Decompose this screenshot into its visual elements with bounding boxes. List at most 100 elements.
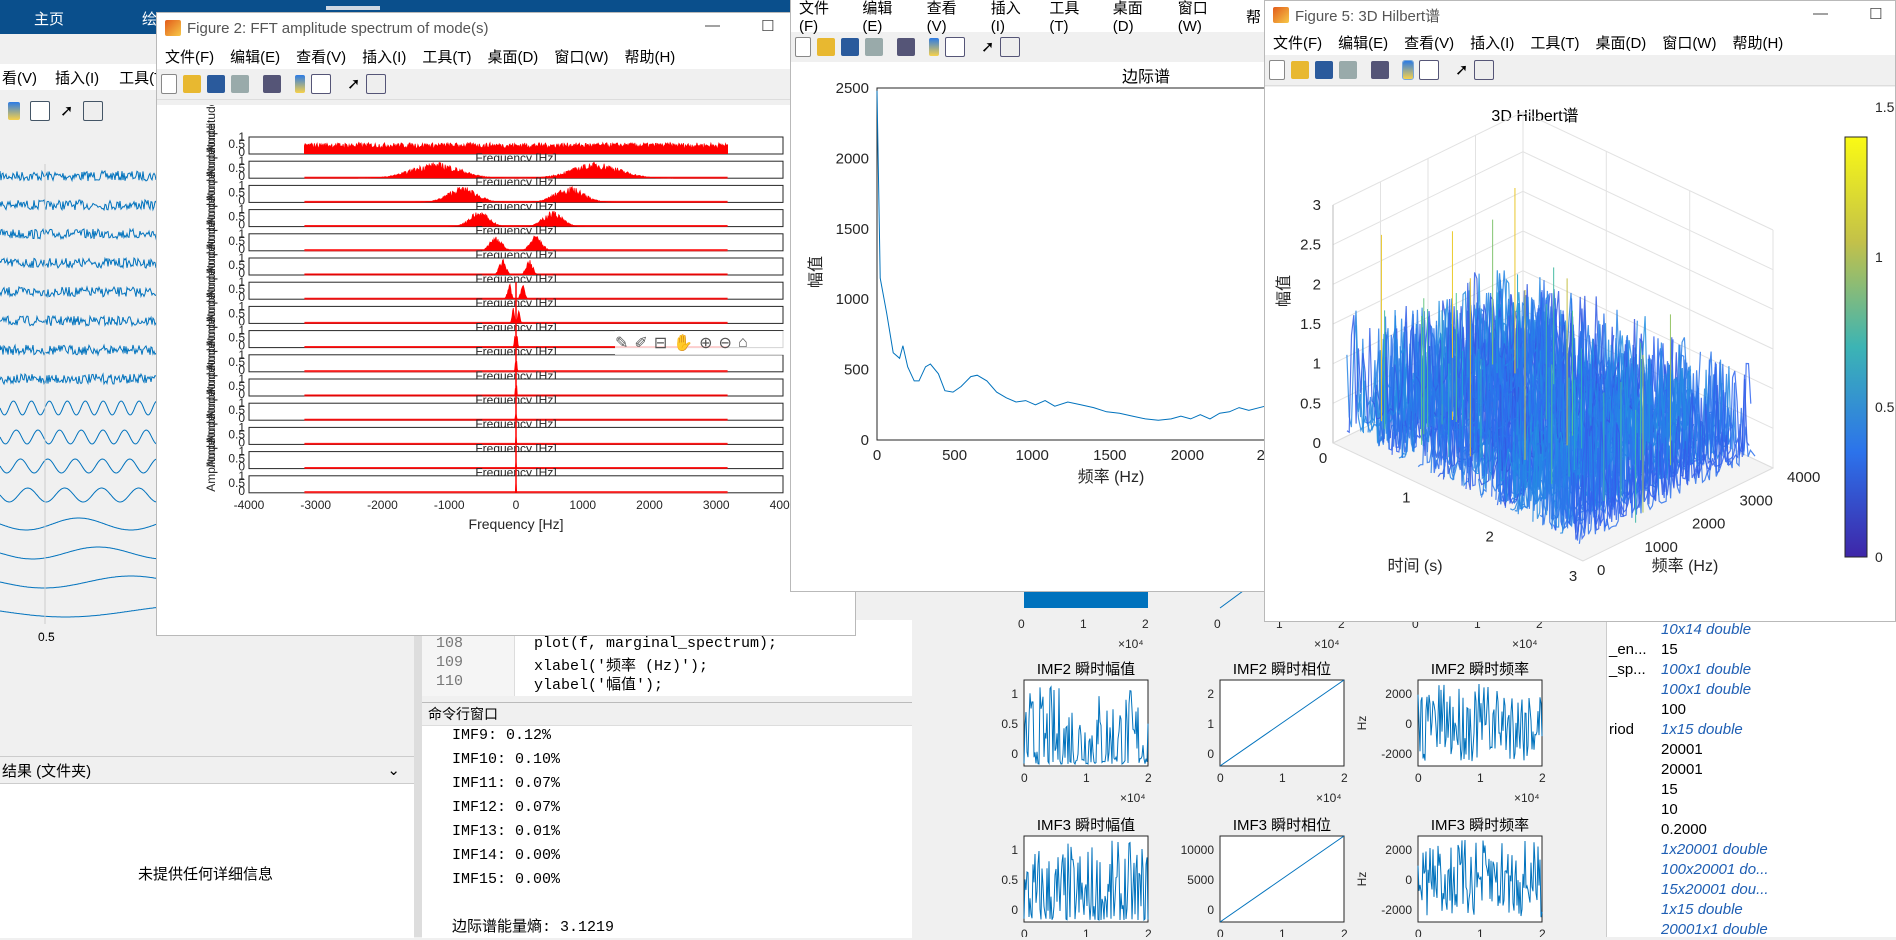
editor-line[interactable]: 108 plot(f, marginal_spectrum); [422,635,912,654]
figure-2-window[interactable]: Figure 2: FFT amplitude spectrum of mode… [156,12,856,636]
print-icon[interactable] [865,38,883,56]
workspace-var-name[interactable] [1609,780,1657,800]
workspace-var-value[interactable]: 1x15 double [1655,900,1895,920]
property-inspector-icon[interactable] [83,101,104,121]
property-inspector-icon[interactable] [366,74,387,94]
workspace-var-value[interactable]: 100x20001 do... [1655,860,1895,880]
print-icon[interactable] [1339,61,1357,79]
workspace-var-value[interactable]: 1x20001 double [1655,840,1895,860]
save-icon[interactable] [1315,61,1333,79]
legend-icon[interactable] [1419,60,1439,80]
workspace-var-name[interactable] [1609,700,1657,720]
new-figure-icon[interactable] [161,74,177,94]
menu-item-0[interactable]: 文件(F) [1265,32,1330,53]
workspace-var-value[interactable]: 100x1 double [1655,680,1895,700]
workspace-var-name[interactable] [1609,740,1657,760]
menu-item-4[interactable]: 工具(T) [414,46,479,67]
menu-item-6[interactable]: 窗口(W) [1170,0,1238,35]
pointer-icon[interactable]: ➚ [347,74,360,94]
tab-home[interactable]: 主页 [34,8,64,29]
save-icon[interactable] [207,75,225,93]
workspace-var-value[interactable]: 10x14 double [1655,620,1895,640]
home-icon[interactable]: ⌂ [738,334,748,352]
menu-item-3[interactable]: 插入(I) [983,0,1042,35]
pan-icon[interactable]: ✋ [673,333,693,353]
menu-item-3[interactable]: 插入(I) [1462,32,1522,53]
minimize-icon[interactable]: — [705,17,720,34]
menu-item-5[interactable]: 桌面(D) [479,46,546,67]
workspace-var-name[interactable] [1609,760,1657,780]
workspace-var-name[interactable] [1609,840,1657,860]
workspace-var-name[interactable] [1609,860,1657,880]
datacursor-icon[interactable]: ⊟ [654,333,667,353]
menu-item-5[interactable]: 桌面(D) [1587,32,1654,53]
figure-2-titlebar[interactable]: Figure 2: FFT amplitude spectrum of mode… [157,13,855,43]
menu-item-0[interactable]: 文件(F) [791,0,854,35]
menu-item-5[interactable]: 桌面(D) [1105,0,1170,35]
menu-item-6[interactable]: 窗口(W) [1654,32,1724,53]
workspace-var-value[interactable]: 1x15 double [1655,720,1895,740]
workspace-var-name[interactable] [1609,820,1657,840]
print-icon[interactable] [231,75,249,93]
menu-insert[interactable]: 插入(I) [39,67,115,88]
menu-item-3[interactable]: 插入(I) [354,46,414,67]
workspace-var-name[interactable] [1609,920,1657,940]
figure-5-titlebar[interactable]: Figure 5: 3D Hilbert谱 — ☐ [1265,1,1895,29]
zoom-in-icon[interactable]: ⊕ [699,333,712,353]
data-tip-icon[interactable]: ✐ [634,333,647,353]
pointer-icon[interactable]: ➚ [981,37,994,57]
save-icon[interactable] [841,38,859,56]
legend-icon[interactable] [311,74,331,94]
chevron-down-icon[interactable]: ⌄ [387,761,400,779]
menu-item-2[interactable]: 查看(V) [1396,32,1462,53]
menu-item-4[interactable]: 工具(T) [1522,32,1587,53]
menu-item-6[interactable]: 窗口(W) [546,46,616,67]
workspace-var-name[interactable]: riod [1609,720,1657,740]
editor-line[interactable]: 110 ylabel('幅值'); [422,673,912,694]
workspace-var-name[interactable] [1609,880,1657,900]
menu-item-0[interactable]: 文件(F) [157,46,222,67]
tab-plots[interactable]: 绘 [142,8,157,29]
colorbar-icon[interactable] [929,38,939,56]
colorbar-icon[interactable] [295,75,305,93]
vertical-splitter[interactable] [414,630,422,937]
open-icon[interactable] [817,38,835,56]
legend-icon[interactable] [945,37,965,57]
legend-icon[interactable] [30,101,50,121]
workspace-var-value[interactable]: 20001x1 double [1655,920,1895,940]
editor-line[interactable]: 109 xlabel('频率 (Hz)'); [422,654,912,675]
workspace-var-value[interactable]: 100x1 double [1655,660,1895,680]
colorbar-icon[interactable] [1402,60,1414,80]
colorbar-icon[interactable] [8,102,20,120]
workspace-var-name[interactable]: _sp... [1609,660,1657,680]
marginal-spectrum-window[interactable]: 文件(F) 编辑(E) 查看(V) 插入(I) 工具(T) 桌面(D) 窗口(W) 帮 ➚ 边… [790,0,1270,592]
property-inspector-icon[interactable] [1000,37,1021,57]
maximize-icon[interactable]: ☐ [1869,5,1882,23]
minimize-icon[interactable]: — [1813,5,1828,22]
link-plot-icon[interactable] [897,38,915,56]
workspace-var-name[interactable]: _en... [1609,640,1657,660]
new-figure-icon[interactable] [1269,60,1285,80]
workspace-var-value[interactable]: 15x20001 dou... [1655,880,1895,900]
menu-item-2[interactable]: 查看(V) [288,46,354,67]
menu-item-4[interactable]: 工具(T) [1041,0,1104,35]
menu-item-7[interactable]: 帮助(H) [1724,32,1791,53]
workspace-var-name[interactable] [1609,680,1657,700]
menu-item-1[interactable]: 编辑(E) [854,0,918,35]
brush-icon[interactable]: ✎ [615,333,628,353]
open-icon[interactable] [1291,61,1309,79]
zoom-out-icon[interactable]: ⊖ [719,333,732,353]
pointer-icon[interactable]: ➚ [60,101,73,121]
menu-item-7[interactable]: 帮助(H) [616,46,683,67]
open-icon[interactable] [183,75,201,93]
property-inspector-icon[interactable] [1474,60,1495,80]
command-window-output[interactable]: IMF9: 0.12% IMF10: 0.10% IMF11: 0.07% IMF12… [422,724,912,940]
link-plot-icon[interactable] [263,75,281,93]
workspace-var-name[interactable] [1609,620,1657,640]
menu-item-1[interactable]: 编辑(E) [222,46,288,67]
workspace-var-name[interactable] [1609,800,1657,820]
menu-item-1[interactable]: 编辑(E) [1330,32,1396,53]
figure-5-window[interactable]: Figure 5: 3D Hilbert谱 — ☐ 文件(F) 编辑(E) 查看(V… [1264,0,1896,622]
maximize-icon[interactable]: ☐ [761,17,774,35]
pointer-icon[interactable]: ➚ [1455,60,1468,80]
